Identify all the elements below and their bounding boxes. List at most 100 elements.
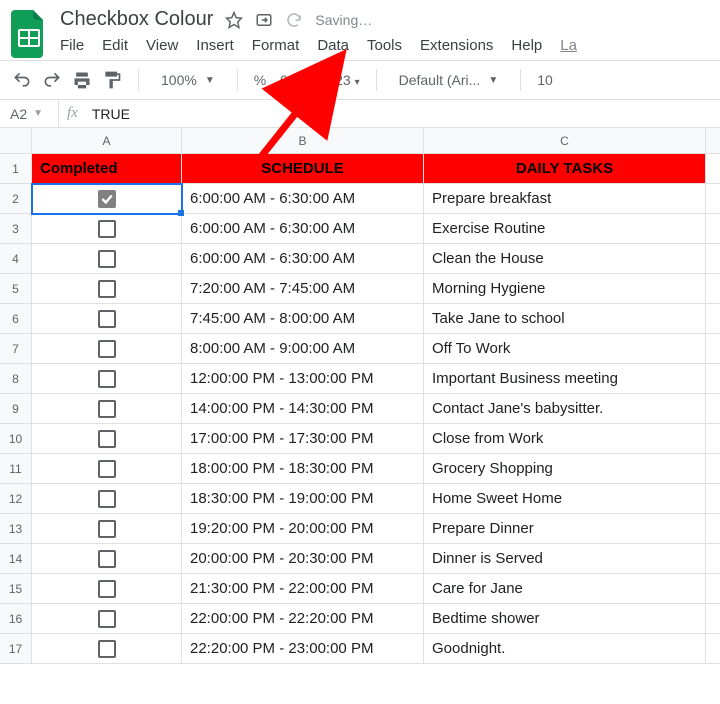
percent-format-button[interactable]: %: [254, 72, 266, 88]
row-header-9[interactable]: 9: [0, 394, 32, 424]
menu-format[interactable]: Format: [252, 37, 300, 54]
cloud-sync-icon[interactable]: [285, 11, 303, 29]
checkbox-cell[interactable]: [32, 574, 182, 604]
move-to-folder-icon[interactable]: [255, 11, 273, 29]
task-cell[interactable]: Grocery Shopping: [424, 454, 706, 484]
zoom-dropdown[interactable]: 100% ▼: [155, 72, 221, 88]
menu-truncated[interactable]: La: [560, 37, 577, 54]
schedule-cell[interactable]: 7:45:00 AM - 8:00:00 AM: [182, 304, 424, 334]
task-cell[interactable]: Prepare breakfast: [424, 184, 706, 214]
row-header-12[interactable]: 12: [0, 484, 32, 514]
menu-help[interactable]: Help: [511, 37, 542, 54]
paint-format-icon[interactable]: [102, 70, 122, 90]
task-cell[interactable]: Dinner is Served: [424, 544, 706, 574]
checkbox-cell[interactable]: [32, 274, 182, 304]
row-header-7[interactable]: 7: [0, 334, 32, 364]
schedule-cell[interactable]: 18:00:00 PM - 18:30:00 PM: [182, 454, 424, 484]
task-cell[interactable]: Goodnight.: [424, 634, 706, 664]
spreadsheet-grid[interactable]: ABC 1CompletedSCHEDULEDAILY TASKS 2 6:00:00…: [0, 128, 720, 664]
checkbox-cell[interactable]: [32, 454, 182, 484]
menu-extensions[interactable]: Extensions: [420, 37, 493, 54]
font-dropdown[interactable]: Default (Ari... ▼: [393, 72, 505, 88]
checkbox-cell[interactable]: [32, 334, 182, 364]
menu-insert[interactable]: Insert: [196, 37, 234, 54]
checkbox-cell[interactable]: [32, 604, 182, 634]
task-cell[interactable]: Contact Jane's babysitter.: [424, 394, 706, 424]
column-header-a[interactable]: A: [32, 128, 182, 154]
row-header-6[interactable]: 6: [0, 304, 32, 334]
formula-input[interactable]: TRUE: [92, 106, 130, 122]
sheets-logo[interactable]: [10, 9, 48, 59]
task-cell[interactable]: Off To Work: [424, 334, 706, 364]
task-cell[interactable]: Close from Work: [424, 424, 706, 454]
number-format-dropdown[interactable]: 123 ▾: [327, 72, 359, 88]
row-header-14[interactable]: 14: [0, 544, 32, 574]
schedule-cell[interactable]: 21:30:00 PM - 22:00:00 PM: [182, 574, 424, 604]
increase-decimal-button[interactable]: .00: [298, 72, 317, 88]
schedule-cell[interactable]: 12:00:00 PM - 13:00:00 PM: [182, 364, 424, 394]
row-header-3[interactable]: 3: [0, 214, 32, 244]
star-icon[interactable]: [225, 11, 243, 29]
row-header-16[interactable]: 16: [0, 604, 32, 634]
schedule-cell[interactable]: 18:30:00 PM - 19:00:00 PM: [182, 484, 424, 514]
task-cell[interactable]: Take Jane to school: [424, 304, 706, 334]
task-cell[interactable]: Important Business meeting: [424, 364, 706, 394]
decrease-decimal-button[interactable]: .0: [276, 72, 288, 88]
row-header-10[interactable]: 10: [0, 424, 32, 454]
row-header-4[interactable]: 4: [0, 244, 32, 274]
menu-edit[interactable]: Edit: [102, 37, 128, 54]
schedule-cell[interactable]: 7:20:00 AM - 7:45:00 AM: [182, 274, 424, 304]
header-cell-schedule[interactable]: SCHEDULE: [182, 154, 424, 184]
task-cell[interactable]: Prepare Dinner: [424, 514, 706, 544]
schedule-cell[interactable]: 6:00:00 AM - 6:30:00 AM: [182, 244, 424, 274]
task-cell[interactable]: Morning Hygiene: [424, 274, 706, 304]
schedule-cell[interactable]: 6:00:00 AM - 6:30:00 AM: [182, 214, 424, 244]
checkbox-cell[interactable]: [32, 184, 182, 214]
cell-reference-box[interactable]: A2▼: [0, 106, 50, 122]
schedule-cell[interactable]: 8:00:00 AM - 9:00:00 AM: [182, 334, 424, 364]
checkbox-cell[interactable]: [32, 634, 182, 664]
row-header-1[interactable]: 1: [0, 154, 32, 184]
schedule-cell[interactable]: 22:20:00 PM - 23:00:00 PM: [182, 634, 424, 664]
task-cell[interactable]: Bedtime shower: [424, 604, 706, 634]
column-header-c[interactable]: C: [424, 128, 706, 154]
print-icon[interactable]: [72, 70, 92, 90]
schedule-cell[interactable]: 19:20:00 PM - 20:00:00 PM: [182, 514, 424, 544]
schedule-cell[interactable]: 20:00:00 PM - 20:30:00 PM: [182, 544, 424, 574]
task-cell[interactable]: Home Sweet Home: [424, 484, 706, 514]
checkbox-cell[interactable]: [32, 244, 182, 274]
menu-data[interactable]: Data: [317, 37, 349, 54]
checkbox-cell[interactable]: [32, 394, 182, 424]
task-cell[interactable]: Care for Jane: [424, 574, 706, 604]
redo-icon[interactable]: [42, 70, 62, 90]
header-cell-tasks[interactable]: DAILY TASKS: [424, 154, 706, 184]
checkbox-cell[interactable]: [32, 484, 182, 514]
menu-tools[interactable]: Tools: [367, 37, 402, 54]
document-title[interactable]: Checkbox Colour: [60, 8, 213, 31]
row-header-8[interactable]: 8: [0, 364, 32, 394]
row-header-17[interactable]: 17: [0, 634, 32, 664]
checkbox-cell[interactable]: [32, 544, 182, 574]
undo-icon[interactable]: [12, 70, 32, 90]
menu-file[interactable]: File: [60, 37, 84, 54]
schedule-cell[interactable]: 14:00:00 PM - 14:30:00 PM: [182, 394, 424, 424]
column-header-b[interactable]: B: [182, 128, 424, 154]
checkbox-cell[interactable]: [32, 364, 182, 394]
schedule-cell[interactable]: 22:00:00 PM - 22:20:00 PM: [182, 604, 424, 634]
select-all-corner[interactable]: [0, 128, 32, 154]
checkbox-cell[interactable]: [32, 304, 182, 334]
checkbox-cell[interactable]: [32, 214, 182, 244]
checkbox-cell[interactable]: [32, 514, 182, 544]
schedule-cell[interactable]: 6:00:00 AM - 6:30:00 AM: [182, 184, 424, 214]
row-header-2[interactable]: 2: [0, 184, 32, 214]
row-header-15[interactable]: 15: [0, 574, 32, 604]
row-header-11[interactable]: 11: [0, 454, 32, 484]
font-size-input[interactable]: 10: [537, 72, 553, 88]
schedule-cell[interactable]: 17:00:00 PM - 17:30:00 PM: [182, 424, 424, 454]
row-header-13[interactable]: 13: [0, 514, 32, 544]
task-cell[interactable]: Clean the House: [424, 244, 706, 274]
header-cell-completed[interactable]: Completed: [32, 154, 182, 184]
row-header-5[interactable]: 5: [0, 274, 32, 304]
task-cell[interactable]: Exercise Routine: [424, 214, 706, 244]
menu-view[interactable]: View: [146, 37, 178, 54]
